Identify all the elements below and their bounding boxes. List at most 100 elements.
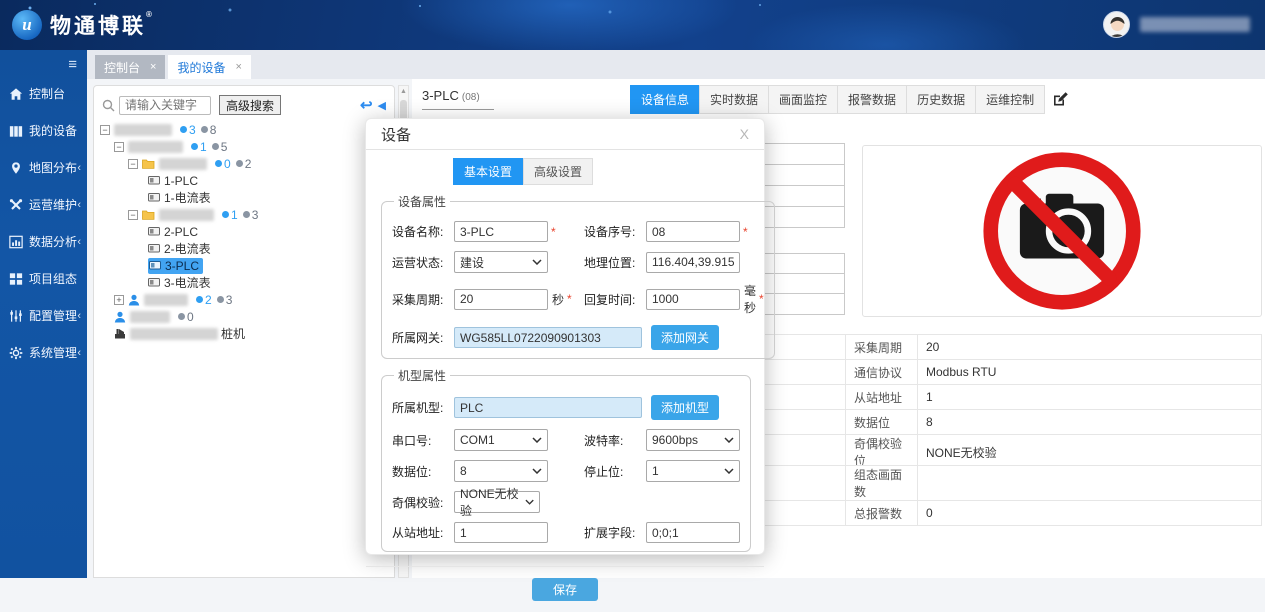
tree-node[interactable]: 2-PLC xyxy=(94,223,394,240)
extended-field-input[interactable] xyxy=(646,522,740,543)
redacted-node-label xyxy=(159,158,207,170)
add-model-button[interactable]: 添加机型 xyxy=(651,395,719,420)
tree-search-input[interactable] xyxy=(119,96,211,115)
table-row: 组态画面数 xyxy=(691,466,1262,501)
collapse-panel-icon[interactable]: ◀ xyxy=(378,99,386,112)
stats-table: 组态画面数 总报警数0 xyxy=(690,465,1262,526)
tab-realtime-data[interactable]: 实时数据 xyxy=(699,85,769,114)
tree-expander-icon[interactable]: + xyxy=(114,295,124,305)
tree-expander-icon[interactable]: − xyxy=(100,125,110,135)
menu-toggle-icon[interactable]: ≡ xyxy=(0,50,87,75)
modal-close-icon[interactable]: X xyxy=(740,126,749,142)
chevron-left-icon: ‹ xyxy=(77,162,81,174)
sidebar-item-project-hmi[interactable]: 项目组态 xyxy=(0,260,87,297)
operation-status-select[interactable]: 建设 xyxy=(454,251,548,273)
tree-node[interactable]: 桩机 xyxy=(94,325,394,342)
sidebar-item-maintenance[interactable]: 运营维护 ‹ xyxy=(0,186,87,223)
reply-time-input[interactable] xyxy=(646,289,740,310)
close-icon[interactable]: × xyxy=(150,61,156,73)
table-row: 通信协议Modbus RTU xyxy=(691,360,1262,385)
tab-alarm-data[interactable]: 报警数据 xyxy=(837,85,907,114)
required-mark: * xyxy=(551,225,556,239)
gateway-input[interactable] xyxy=(454,327,642,348)
gear-icon xyxy=(9,346,23,360)
parity-select[interactable]: NONE无校验 xyxy=(454,491,540,513)
brand-name: 物通博联® xyxy=(50,10,155,40)
map-pin-icon xyxy=(9,161,23,175)
field-label: 数据位: xyxy=(392,463,454,480)
close-icon[interactable]: × xyxy=(235,61,241,73)
modal-tab-basic[interactable]: 基本设置 xyxy=(453,158,523,185)
tree-expander-icon[interactable]: − xyxy=(128,159,138,169)
scroll-up-icon[interactable]: ▲ xyxy=(399,86,408,95)
modal-tab-advanced[interactable]: 高级设置 xyxy=(523,158,593,185)
tree-node[interactable]: 3-电流表 xyxy=(94,274,394,291)
data-bits-select[interactable]: 8 xyxy=(454,460,548,482)
sidebar-item-console[interactable]: 控制台 xyxy=(0,75,87,112)
required-mark: * xyxy=(743,225,748,239)
redacted-node-label xyxy=(114,124,172,136)
tree-expander-icon[interactable]: − xyxy=(128,210,138,220)
field-label: 设备序号: xyxy=(584,223,646,240)
edit-icon[interactable] xyxy=(1052,91,1069,108)
device-name-input[interactable] xyxy=(454,221,548,242)
sliders-icon xyxy=(9,309,23,323)
com-port-select[interactable]: COM1 xyxy=(454,429,548,451)
required-mark: * xyxy=(567,292,572,306)
tab-ops-control[interactable]: 运维控制 xyxy=(975,85,1045,114)
add-gateway-button[interactable]: 添加网关 xyxy=(651,325,719,350)
field-label: 采集周期: xyxy=(392,291,454,308)
tab-screen-monitor[interactable]: 画面监控 xyxy=(768,85,838,114)
device-icon xyxy=(148,244,160,254)
chevron-down-icon xyxy=(724,468,734,474)
workspace-tab-console[interactable]: 控制台 × xyxy=(95,55,165,79)
devices-icon xyxy=(9,124,23,138)
slave-address-input[interactable] xyxy=(454,522,548,543)
stop-bits-select[interactable]: 1 xyxy=(646,460,740,482)
undo-icon[interactable]: ↩ xyxy=(360,96,373,114)
modal-title: 设备 xyxy=(381,124,411,145)
tree-node[interactable]: − 1 5 xyxy=(94,138,394,155)
field-label: 从站地址: xyxy=(392,524,454,541)
field-label: 所属机型: xyxy=(392,399,454,416)
device-icon xyxy=(148,176,160,186)
redacted-node-label xyxy=(130,311,170,323)
tree-expander-icon[interactable]: − xyxy=(114,142,124,152)
sidebar-item-system[interactable]: 系统管理 ‹ xyxy=(0,334,87,371)
sidebar-item-map[interactable]: 地图分布 ‹ xyxy=(0,149,87,186)
field-label: 地理位置: xyxy=(584,254,646,271)
tree-node[interactable]: 1-PLC xyxy=(94,172,394,189)
tab-device-info[interactable]: 设备信息 xyxy=(630,85,700,114)
tab-history-data[interactable]: 历史数据 xyxy=(906,85,976,114)
chevron-left-icon: ‹ xyxy=(77,310,81,322)
tree-node[interactable]: − 0 2 xyxy=(94,155,394,172)
tree-node[interactable]: + 2 3 xyxy=(94,291,394,308)
sidebar-item-analysis[interactable]: 数据分析 ‹ xyxy=(0,223,87,260)
sidebar-item-config[interactable]: 配置管理 ‹ xyxy=(0,297,87,334)
tree-node[interactable]: 0 xyxy=(94,308,394,325)
advanced-search-button[interactable]: 高级搜索 xyxy=(219,95,281,115)
save-button[interactable]: 保存 xyxy=(532,578,598,601)
geo-location-input[interactable] xyxy=(646,252,740,273)
device-icon xyxy=(148,227,160,237)
tree-node[interactable]: − 1 3 xyxy=(94,206,394,223)
home-icon xyxy=(9,87,23,101)
tree-node[interactable]: 1-电流表 xyxy=(94,189,394,206)
redacted-node-label xyxy=(144,294,188,306)
workspace-tab-my-devices[interactable]: 我的设备 × xyxy=(168,55,250,79)
tree-node-selected[interactable]: 3-PLC xyxy=(94,257,394,274)
device-serial-input[interactable] xyxy=(646,221,740,242)
user-avatar[interactable] xyxy=(1103,11,1130,38)
user-name-redacted[interactable] xyxy=(1140,17,1250,32)
baud-rate-select[interactable]: 9600bps xyxy=(646,429,740,451)
model-input[interactable] xyxy=(454,397,642,418)
machine-icon xyxy=(114,328,126,339)
wrench-icon xyxy=(9,198,23,212)
sidebar-item-my-devices[interactable]: 我的设备 xyxy=(0,112,87,149)
collect-interval-input[interactable] xyxy=(454,289,548,310)
app-header: u 物通博联® xyxy=(0,0,1265,50)
tree-node[interactable]: 2-电流表 xyxy=(94,240,394,257)
field-label: 设备名称: xyxy=(392,223,454,240)
chevron-down-icon xyxy=(525,499,534,505)
tree-node[interactable]: − 3 8 xyxy=(94,121,394,138)
